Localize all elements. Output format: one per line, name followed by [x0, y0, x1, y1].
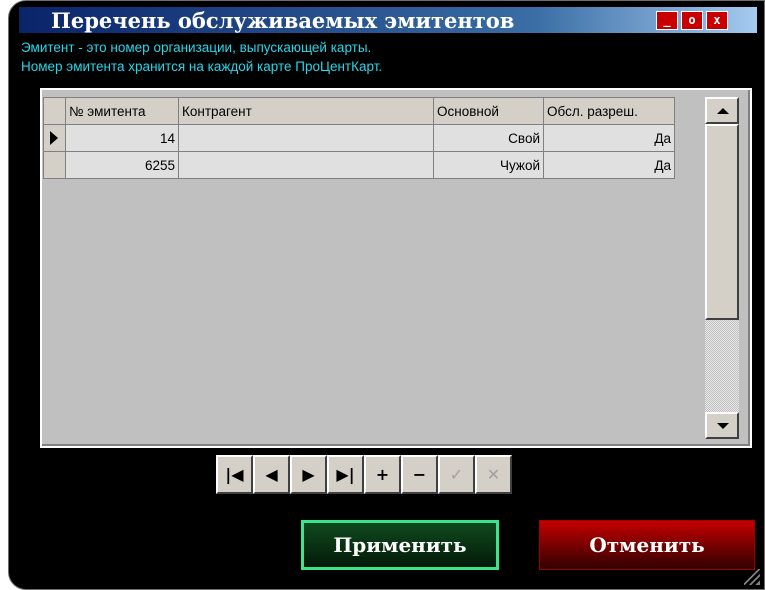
arrow-down-icon	[717, 423, 729, 429]
cell-emitent[interactable]: 6255	[65, 151, 179, 179]
vertical-scrollbar[interactable]	[705, 97, 739, 439]
dialog-window: Перечень обслуживаемых эмитентов _ o x Э…	[8, 0, 765, 590]
info-line-2: Номер эмитента хранится на каждой карте …	[21, 59, 383, 74]
row-indicator[interactable]	[43, 151, 66, 179]
post-record-button[interactable]: ✓	[438, 455, 475, 494]
info-line-1: Эмитент - это номер организации, выпуска…	[21, 40, 372, 55]
cancel-edit-button[interactable]: ✕	[475, 455, 512, 494]
indicator-header	[43, 97, 66, 125]
emitents-grid[interactable]: № эмитента Контрагент Основной Обсл. раз…	[40, 88, 752, 448]
delete-record-button[interactable]: −	[401, 455, 438, 494]
scroll-up-button[interactable]	[705, 97, 739, 124]
table-row[interactable]: 6255 Чужой Да	[43, 151, 675, 179]
cell-main[interactable]: Свой	[433, 124, 544, 152]
scroll-track[interactable]	[705, 320, 739, 412]
last-record-button[interactable]: ▶|	[327, 455, 364, 494]
cell-contragent[interactable]	[178, 124, 434, 152]
first-record-button[interactable]: |◀	[216, 455, 253, 494]
record-navigator: |◀ ◀ ▶ ▶| + − ✓ ✕	[216, 455, 512, 494]
cell-allowed[interactable]: Да	[543, 151, 675, 179]
maximize-button[interactable]: o	[681, 11, 703, 30]
resize-grip-icon[interactable]	[744, 569, 760, 585]
column-header-allowed[interactable]: Обсл. разреш.	[543, 97, 675, 125]
emitents-table: № эмитента Контрагент Основной Обсл. раз…	[43, 97, 675, 179]
cancel-button[interactable]: Отменить	[539, 520, 755, 570]
close-button[interactable]: x	[706, 11, 728, 30]
prior-record-button[interactable]: ◀	[253, 455, 290, 494]
scroll-thumb[interactable]	[705, 124, 739, 320]
minimize-button[interactable]: _	[656, 11, 678, 30]
table-header-row: № эмитента Контрагент Основной Обсл. раз…	[43, 97, 675, 125]
apply-button[interactable]: Применить	[301, 520, 499, 570]
insert-record-button[interactable]: +	[364, 455, 401, 494]
column-header-main[interactable]: Основной	[433, 97, 544, 125]
table-row[interactable]: 14 Свой Да	[43, 124, 675, 152]
row-indicator[interactable]	[43, 124, 66, 152]
column-header-emitent[interactable]: № эмитента	[65, 97, 179, 125]
cell-main[interactable]: Чужой	[433, 151, 544, 179]
cell-contragent[interactable]	[178, 151, 434, 179]
column-header-contragent[interactable]: Контрагент	[178, 97, 434, 125]
arrow-up-icon	[717, 108, 729, 114]
window-title: Перечень обслуживаемых эмитентов	[51, 8, 515, 33]
cell-emitent[interactable]: 14	[65, 124, 179, 152]
next-record-button[interactable]: ▶	[290, 455, 327, 494]
current-row-arrow-icon	[50, 131, 58, 145]
cell-allowed[interactable]: Да	[543, 124, 675, 152]
scroll-down-button[interactable]	[705, 412, 739, 439]
